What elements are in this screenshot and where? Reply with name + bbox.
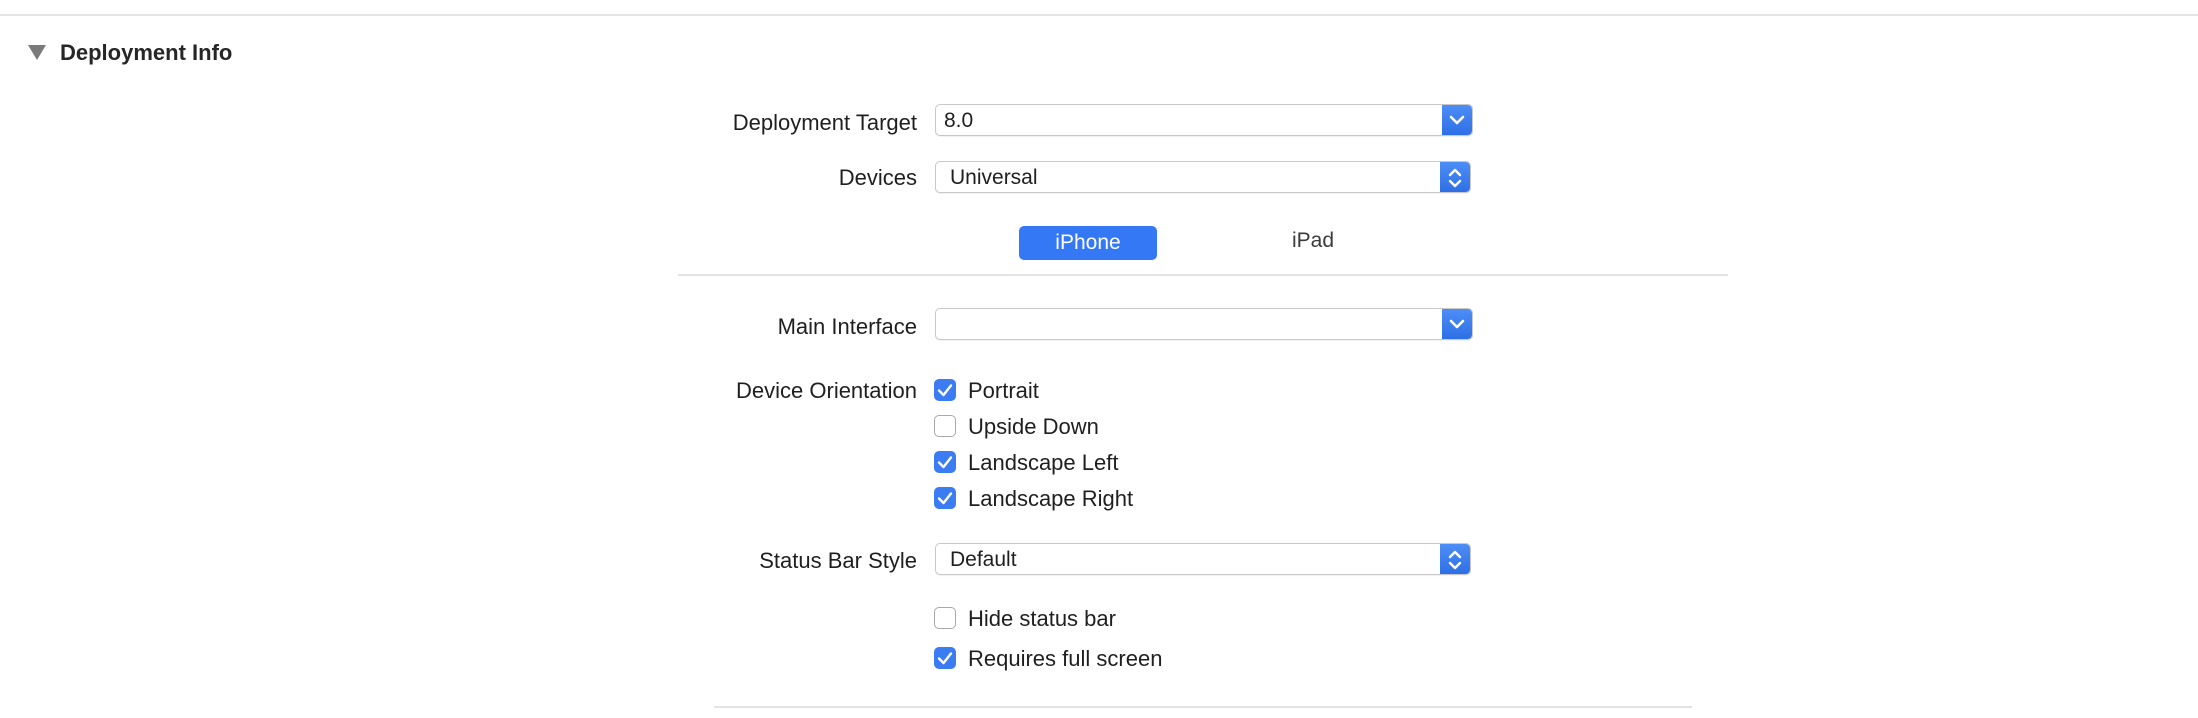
tab-iphone[interactable]: iPhone (1019, 226, 1157, 260)
deployment-target-label: Deployment Target (732, 110, 917, 135)
device-orientation-label: Device Orientation (736, 378, 917, 403)
main-interface-label: Main Interface (777, 314, 917, 339)
upside-down-label[interactable]: Upside Down (968, 414, 1099, 440)
updown-chevron-icon (1448, 168, 1462, 188)
portrait-label[interactable]: Portrait (968, 378, 1039, 404)
chevron-down-icon (1449, 319, 1465, 329)
section-title[interactable]: Deployment Info (60, 40, 232, 66)
requires-full-screen-checkbox[interactable] (934, 647, 956, 669)
deployment-target-value[interactable]: 8.0 (944, 109, 973, 133)
landscape-right-checkbox[interactable] (934, 487, 956, 509)
status-bar-style-label: Status Bar Style (759, 548, 917, 573)
hide-status-bar-label[interactable]: Hide status bar (968, 606, 1116, 632)
tabs-divider (678, 274, 1728, 276)
deployment-target-combobox[interactable]: 8.0 (935, 104, 1473, 136)
landscape-left-label[interactable]: Landscape Left (968, 450, 1118, 476)
devices-label: Devices (838, 165, 917, 190)
hide-status-bar-checkbox[interactable] (934, 607, 956, 629)
updown-chevron-icon (1448, 550, 1462, 570)
landscape-left-checkbox[interactable] (934, 451, 956, 473)
devices-value: Universal (950, 166, 1038, 189)
landscape-right-label[interactable]: Landscape Right (968, 486, 1133, 512)
upside-down-checkbox[interactable] (934, 415, 956, 437)
bottom-divider (714, 706, 1692, 708)
popup-stepper (1440, 544, 1470, 574)
status-bar-style-value: Default (950, 548, 1017, 571)
checkmark-icon (937, 456, 953, 469)
portrait-checkbox[interactable] (934, 379, 956, 401)
tab-ipad[interactable]: iPad (1244, 224, 1382, 258)
dropdown-button[interactable] (1442, 105, 1472, 135)
top-divider (0, 14, 2198, 16)
popup-stepper (1440, 162, 1470, 192)
devices-popup[interactable]: Universal (935, 161, 1471, 193)
checkmark-icon (937, 652, 953, 665)
checkmark-icon (937, 384, 953, 397)
chevron-down-icon (1449, 115, 1465, 125)
disclosure-triangle-icon[interactable] (28, 45, 46, 60)
checkmark-icon (937, 492, 953, 505)
dropdown-button[interactable] (1442, 309, 1472, 339)
main-interface-combobox[interactable] (935, 308, 1473, 340)
requires-full-screen-label[interactable]: Requires full screen (968, 646, 1162, 672)
status-bar-style-popup[interactable]: Default (935, 543, 1471, 575)
